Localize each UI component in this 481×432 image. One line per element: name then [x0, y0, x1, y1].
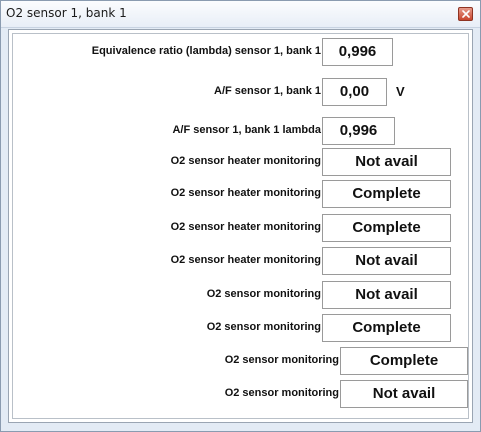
row-value: 0,996	[322, 117, 395, 145]
row-sensor-monitoring: O2 sensor monitoring	[13, 347, 339, 375]
row-value: Complete	[322, 214, 451, 242]
row-unit: V	[396, 84, 405, 99]
row-heater-monitoring: O2 sensor heater monitoring	[13, 247, 321, 275]
row-value: Not avail	[340, 380, 468, 408]
close-button[interactable]	[458, 7, 473, 21]
row-label: A/F sensor 1, bank 1	[214, 85, 321, 97]
row-label: O2 sensor heater monitoring	[170, 187, 321, 199]
row-heater-monitoring: O2 sensor heater monitoring	[13, 180, 321, 208]
window-title: O2 sensor 1, bank 1	[6, 6, 127, 20]
row-label: O2 sensor heater monitoring	[170, 155, 321, 167]
close-icon	[462, 10, 470, 18]
row-value: Not avail	[322, 148, 451, 176]
row-label: A/F sensor 1, bank 1 lambda	[172, 124, 321, 136]
row-value: 0,996	[322, 38, 393, 66]
row-value: Not avail	[322, 247, 451, 275]
row-lambda-ratio: Equivalence ratio (lambda) sensor 1, ban…	[13, 38, 321, 66]
row-value: Complete	[322, 314, 451, 342]
row-label: O2 sensor monitoring	[224, 387, 339, 399]
row-value: Complete	[322, 180, 451, 208]
row-sensor-monitoring: O2 sensor monitoring	[13, 314, 321, 342]
row-heater-monitoring: O2 sensor heater monitoring	[13, 148, 321, 176]
row-label: Equivalence ratio (lambda) sensor 1, ban…	[91, 45, 321, 57]
row-heater-monitoring: O2 sensor heater monitoring	[13, 214, 321, 242]
row-value: Complete	[340, 347, 468, 375]
content-inner-frame: Equivalence ratio (lambda) sensor 1, ban…	[12, 33, 469, 419]
row-label: O2 sensor heater monitoring	[170, 221, 321, 233]
row-value: 0,00	[322, 78, 387, 106]
row-sensor-monitoring: O2 sensor monitoring	[13, 281, 321, 309]
row-label: O2 sensor monitoring	[206, 321, 321, 333]
row-value: Not avail	[322, 281, 451, 309]
row-sensor-monitoring: O2 sensor monitoring	[13, 380, 339, 408]
row-label: O2 sensor heater monitoring	[170, 254, 321, 266]
row-af-lambda: A/F sensor 1, bank 1 lambda	[13, 117, 321, 145]
title-bar[interactable]: O2 sensor 1, bank 1	[1, 1, 480, 28]
row-af-sensor: A/F sensor 1, bank 1	[13, 78, 321, 106]
row-label: O2 sensor monitoring	[224, 354, 339, 366]
content-panel: Equivalence ratio (lambda) sensor 1, ban…	[8, 29, 473, 423]
row-label: O2 sensor monitoring	[206, 288, 321, 300]
dialog-window: O2 sensor 1, bank 1 Equivalence ratio (l…	[0, 0, 481, 432]
